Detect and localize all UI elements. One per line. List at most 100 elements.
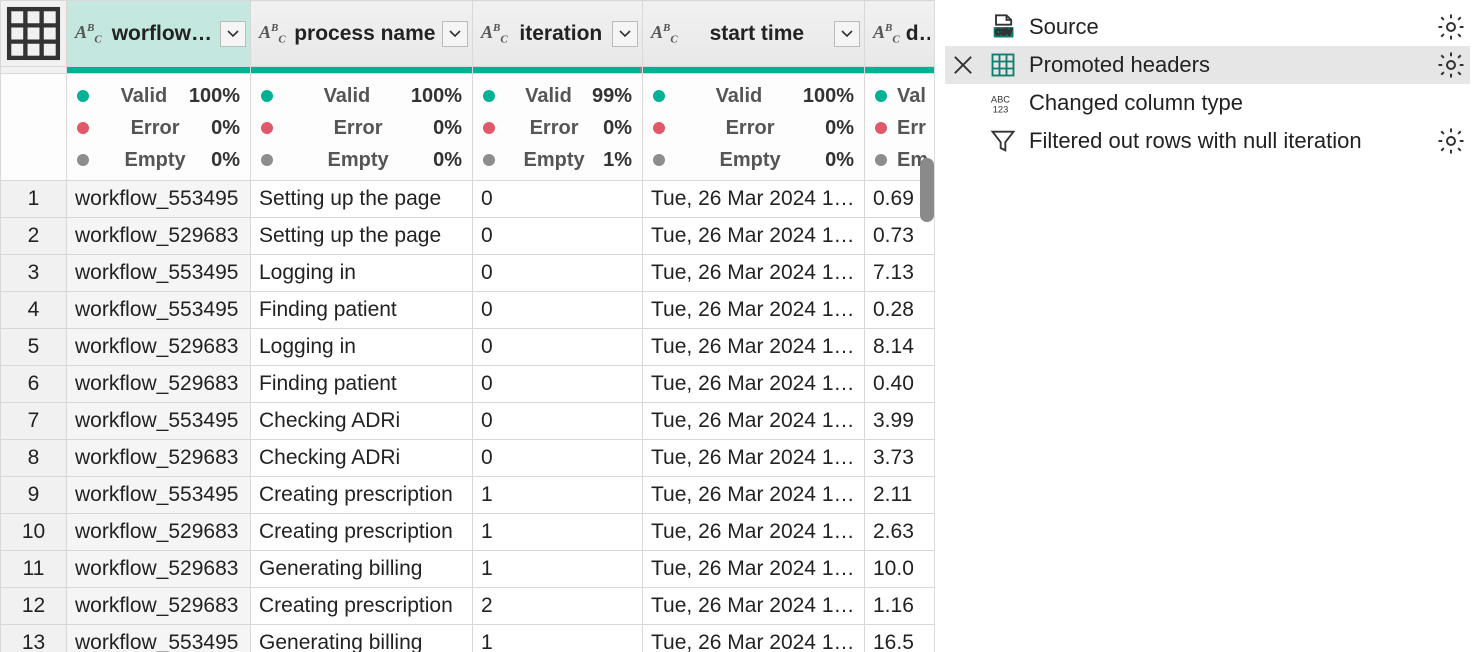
row-number[interactable]: 2 (1, 218, 67, 255)
cell-iteration[interactable]: 0 (473, 292, 643, 329)
cell-workflow[interactable]: workflow_553495 (67, 255, 251, 292)
column-filter-button-workflow[interactable] (220, 21, 246, 47)
step-settings-button[interactable] (1436, 50, 1466, 80)
cell-duration[interactable]: 16.5 (865, 625, 935, 652)
row-number[interactable]: 6 (1, 366, 67, 403)
table-row[interactable]: 2workflow_529683Setting up the page0Tue,… (1, 218, 935, 255)
cell-start-time[interactable]: Tue, 26 Mar 2024 1… (643, 218, 865, 255)
cell-iteration[interactable]: 2 (473, 588, 643, 625)
cell-process[interactable]: Generating billing (251, 625, 473, 652)
cell-process[interactable]: Checking ADRi (251, 403, 473, 440)
cell-workflow[interactable]: workflow_529683 (67, 329, 251, 366)
cell-workflow[interactable]: workflow_529683 (67, 514, 251, 551)
row-number[interactable]: 11 (1, 551, 67, 588)
cell-iteration[interactable]: 1 (473, 551, 643, 588)
cell-duration[interactable]: 10.0 (865, 551, 935, 588)
cell-workflow[interactable]: workflow_553495 (67, 292, 251, 329)
cell-iteration[interactable]: 0 (473, 440, 643, 477)
cell-iteration[interactable]: 0 (473, 403, 643, 440)
cell-process[interactable]: Finding patient (251, 366, 473, 403)
row-number[interactable]: 7 (1, 403, 67, 440)
column-header-workflow[interactable]: ABCworflow… (67, 1, 251, 67)
cell-start-time[interactable]: Tue, 26 Mar 2024 1… (643, 366, 865, 403)
cell-duration[interactable]: 0.28 (865, 292, 935, 329)
cell-workflow[interactable]: workflow_529683 (67, 366, 251, 403)
table-row[interactable]: 6workflow_529683Finding patient0Tue, 26 … (1, 366, 935, 403)
cell-process[interactable]: Finding patient (251, 292, 473, 329)
cell-duration[interactable]: 0.73 (865, 218, 935, 255)
cell-iteration[interactable]: 0 (473, 329, 643, 366)
table-row[interactable]: 1workflow_553495Setting up the page0Tue,… (1, 181, 935, 218)
cell-iteration[interactable]: 0 (473, 218, 643, 255)
cell-workflow[interactable]: workflow_529683 (67, 440, 251, 477)
cell-duration[interactable]: 7.13 (865, 255, 935, 292)
cell-start-time[interactable]: Tue, 26 Mar 2024 1… (643, 588, 865, 625)
cell-duration[interactable]: 3.99 (865, 403, 935, 440)
cell-duration[interactable]: 3.73 (865, 440, 935, 477)
cell-start-time[interactable]: Tue, 26 Mar 2024 1… (643, 551, 865, 588)
delete-step-button[interactable] (949, 51, 977, 79)
cell-start-time[interactable]: Tue, 26 Mar 2024 1… (643, 403, 865, 440)
table-row[interactable]: 4workflow_553495Finding patient0Tue, 26 … (1, 292, 935, 329)
cell-duration[interactable]: 1.16 (865, 588, 935, 625)
applied-step[interactable]: CSVSource (945, 8, 1470, 46)
table-row[interactable]: 7workflow_553495Checking ADRi0Tue, 26 Ma… (1, 403, 935, 440)
step-settings-button[interactable] (1436, 12, 1466, 42)
cell-iteration[interactable]: 1 (473, 477, 643, 514)
cell-iteration[interactable]: 0 (473, 255, 643, 292)
table-row[interactable]: 11workflow_529683Generating billing1Tue,… (1, 551, 935, 588)
row-number[interactable]: 13 (1, 625, 67, 652)
cell-start-time[interactable]: Tue, 26 Mar 2024 1… (643, 625, 865, 652)
cell-process[interactable]: Creating prescription (251, 477, 473, 514)
cell-duration[interactable]: 2.11 (865, 477, 935, 514)
cell-workflow[interactable]: workflow_529683 (67, 588, 251, 625)
column-filter-button-start[interactable] (834, 21, 860, 47)
select-all-corner[interactable] (1, 1, 67, 67)
row-number[interactable]: 4 (1, 292, 67, 329)
cell-workflow[interactable]: workflow_529683 (67, 218, 251, 255)
cell-start-time[interactable]: Tue, 26 Mar 2024 1… (643, 255, 865, 292)
table-row[interactable]: 8workflow_529683Checking ADRi0Tue, 26 Ma… (1, 440, 935, 477)
cell-duration[interactable]: 2.63 (865, 514, 935, 551)
column-header-start[interactable]: ABCstart time (643, 1, 865, 67)
table-row[interactable]: 9workflow_553495Creating prescription1Tu… (1, 477, 935, 514)
cell-process[interactable]: Checking ADRi (251, 440, 473, 477)
cell-start-time[interactable]: Tue, 26 Mar 2024 1… (643, 514, 865, 551)
cell-duration[interactable]: 0.40 (865, 366, 935, 403)
column-header-iter[interactable]: ABCiteration (473, 1, 643, 67)
row-number[interactable]: 8 (1, 440, 67, 477)
column-header-dur[interactable]: ABCdu (865, 1, 935, 67)
vertical-scrollbar-thumb[interactable] (920, 158, 934, 222)
cell-iteration[interactable]: 1 (473, 625, 643, 652)
table-row[interactable]: 10workflow_529683Creating prescription1T… (1, 514, 935, 551)
cell-duration[interactable]: 8.14 (865, 329, 935, 366)
cell-process[interactable]: Logging in (251, 255, 473, 292)
cell-process[interactable]: Setting up the page (251, 181, 473, 218)
table-row[interactable]: 5workflow_529683Logging in0Tue, 26 Mar 2… (1, 329, 935, 366)
cell-start-time[interactable]: Tue, 26 Mar 2024 1… (643, 181, 865, 218)
cell-iteration[interactable]: 0 (473, 366, 643, 403)
row-number[interactable]: 12 (1, 588, 67, 625)
table-row[interactable]: 13workflow_553495Generating billing1Tue,… (1, 625, 935, 652)
table-row[interactable]: 3workflow_553495Logging in0Tue, 26 Mar 2… (1, 255, 935, 292)
cell-workflow[interactable]: workflow_553495 (67, 403, 251, 440)
cell-start-time[interactable]: Tue, 26 Mar 2024 1… (643, 477, 865, 514)
cell-process[interactable]: Creating prescription (251, 514, 473, 551)
cell-workflow[interactable]: workflow_553495 (67, 625, 251, 652)
cell-process[interactable]: Creating prescription (251, 588, 473, 625)
row-number[interactable]: 10 (1, 514, 67, 551)
applied-step[interactable]: Promoted headers (945, 46, 1470, 84)
cell-process[interactable]: Logging in (251, 329, 473, 366)
row-number[interactable]: 9 (1, 477, 67, 514)
applied-step[interactable]: Filtered out rows with null iteration (945, 122, 1470, 160)
applied-step[interactable]: ABC123Changed column type (945, 84, 1470, 122)
step-settings-button[interactable] (1436, 126, 1466, 156)
column-filter-button-iter[interactable] (612, 21, 638, 47)
cell-iteration[interactable]: 1 (473, 514, 643, 551)
cell-start-time[interactable]: Tue, 26 Mar 2024 1… (643, 440, 865, 477)
table-row[interactable]: 12workflow_529683Creating prescription2T… (1, 588, 935, 625)
row-number[interactable]: 3 (1, 255, 67, 292)
cell-workflow[interactable]: workflow_529683 (67, 551, 251, 588)
row-number[interactable]: 5 (1, 329, 67, 366)
cell-process[interactable]: Setting up the page (251, 218, 473, 255)
